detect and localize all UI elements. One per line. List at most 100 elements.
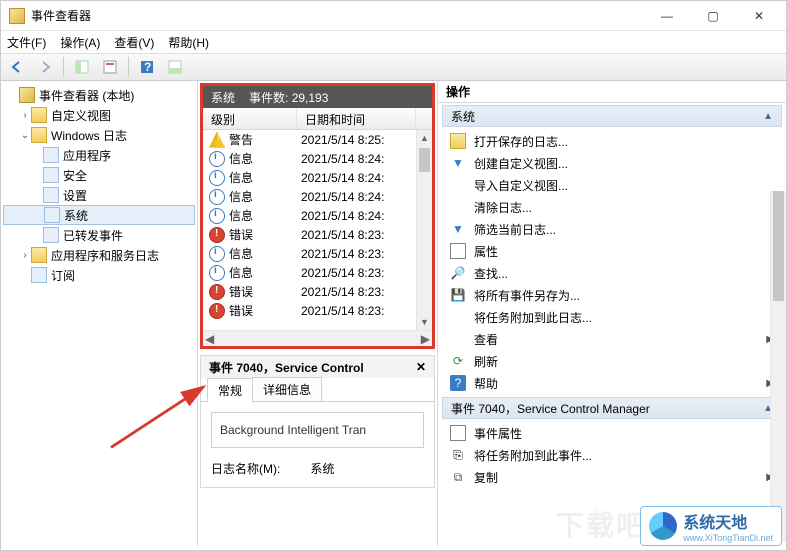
table-row[interactable]: 信息2021/5/14 8:24: — [203, 149, 432, 168]
tree-label: 订阅 — [51, 267, 75, 284]
scrollbar-horizontal[interactable]: ◀▶ — [203, 330, 432, 346]
cell-datetime: 2021/5/14 8:23: — [301, 266, 432, 280]
menu-file[interactable]: 文件(F) — [7, 34, 46, 51]
tree-label: 自定义视图 — [51, 107, 111, 124]
menubar: 文件(F) 操作(A) 查看(V) 帮助(H) — [1, 31, 786, 53]
column-datetime[interactable]: 日期和时间 — [297, 108, 416, 129]
tree-system[interactable]: 系统 — [3, 205, 195, 225]
action-attach-task-event[interactable]: ⎘将任务附加到此事件... — [444, 444, 780, 466]
detail-tabs: 常规 详细信息 — [201, 378, 434, 402]
view-icon — [450, 331, 466, 347]
table-row[interactable]: 信息2021/5/14 8:23: — [203, 244, 432, 263]
scrollbar-vertical[interactable]: ▲▼ — [416, 130, 432, 330]
tree-label: 系统 — [64, 207, 88, 224]
warn-icon — [209, 132, 225, 148]
action-view[interactable]: 查看▶ — [444, 328, 780, 350]
menu-view[interactable]: 查看(V) — [114, 34, 154, 51]
scroll-thumb[interactable] — [773, 191, 784, 301]
cell-level: 错误 — [229, 226, 301, 243]
error-icon — [209, 227, 225, 243]
info-icon — [209, 170, 225, 186]
forward-button[interactable] — [33, 56, 57, 78]
info-icon — [209, 189, 225, 205]
watermark-brand: 系统天地 — [683, 509, 773, 533]
error-icon — [209, 303, 225, 319]
cell-datetime: 2021/5/14 8:23: — [301, 285, 432, 299]
help-button[interactable]: ? — [135, 56, 159, 78]
info-icon — [209, 246, 225, 262]
tree-application[interactable]: 应用程序 — [3, 145, 195, 165]
action-help[interactable]: ?帮助▶ — [444, 372, 780, 394]
tree-custom-views[interactable]: ›自定义视图 — [3, 105, 195, 125]
window-title: 事件查看器 — [31, 7, 644, 24]
close-button[interactable]: ✕ — [736, 1, 782, 31]
tree-windows-logs[interactable]: ⌄Windows 日志 — [3, 125, 195, 145]
tree-root[interactable]: 事件查看器 (本地) — [3, 85, 195, 105]
task-icon — [450, 309, 466, 325]
menu-action[interactable]: 操作(A) — [60, 34, 100, 51]
info-icon — [209, 208, 225, 224]
cell-level: 警告 — [229, 131, 301, 148]
tree-subscriptions[interactable]: 订阅 — [3, 265, 195, 285]
column-level[interactable]: 级别 — [203, 108, 297, 129]
grid-body[interactable]: 警告2021/5/14 8:25:信息2021/5/14 8:24:信息2021… — [203, 130, 432, 330]
cell-level: 错误 — [229, 283, 301, 300]
table-row[interactable]: 错误2021/5/14 8:23: — [203, 282, 432, 301]
scroll-thumb[interactable] — [419, 148, 430, 172]
close-icon[interactable]: ✕ — [416, 360, 426, 374]
tab-general[interactable]: 常规 — [207, 378, 253, 402]
cell-datetime: 2021/5/14 8:23: — [301, 304, 432, 318]
action-create-custom-view[interactable]: ▼创建自定义视图... — [444, 152, 780, 174]
folder-open-icon — [450, 133, 466, 149]
properties-button[interactable] — [98, 56, 122, 78]
cell-datetime: 2021/5/14 8:24: — [301, 171, 432, 185]
watermark-url: www.XiTongTianDi.net — [683, 533, 773, 543]
action-filter-log[interactable]: ▼筛选当前日志... — [444, 218, 780, 240]
table-row[interactable]: 信息2021/5/14 8:24: — [203, 168, 432, 187]
action-event-properties[interactable]: 事件属性 — [444, 422, 780, 444]
action-refresh[interactable]: ⟳刷新 — [444, 350, 780, 372]
watermark-badge: 系统天地 www.XiTongTianDi.net — [640, 506, 782, 546]
minimize-button[interactable]: — — [644, 1, 690, 31]
cell-datetime: 2021/5/14 8:23: — [301, 228, 432, 242]
tree-label: 安全 — [63, 167, 87, 184]
action-find[interactable]: 🔎查找... — [444, 262, 780, 284]
preview-button[interactable] — [163, 56, 187, 78]
table-row[interactable]: 警告2021/5/14 8:25: — [203, 130, 432, 149]
table-row[interactable]: 信息2021/5/14 8:24: — [203, 206, 432, 225]
error-icon — [209, 284, 225, 300]
cell-datetime: 2021/5/14 8:24: — [301, 209, 432, 223]
table-row[interactable]: 信息2021/5/14 8:24: — [203, 187, 432, 206]
action-properties[interactable]: 属性 — [444, 240, 780, 262]
table-row[interactable]: 错误2021/5/14 8:23: — [203, 301, 432, 320]
action-group-event[interactable]: 事件 7040，Service Control Manager▲ — [442, 397, 782, 419]
action-import-custom-view[interactable]: 导入自定义视图... — [444, 174, 780, 196]
cell-level: 信息 — [229, 264, 301, 281]
tree-security[interactable]: 安全 — [3, 165, 195, 185]
import-icon — [450, 177, 466, 193]
show-tree-button[interactable] — [70, 56, 94, 78]
copy-icon: ⧉ — [450, 469, 466, 485]
action-open-saved-log[interactable]: 打开保存的日志... — [444, 130, 780, 152]
table-row[interactable]: 错误2021/5/14 8:23: — [203, 225, 432, 244]
menu-help[interactable]: 帮助(H) — [168, 34, 209, 51]
info-icon — [209, 265, 225, 281]
detail-header: 事件 7040，Service Control ✕ — [201, 356, 434, 378]
cell-level: 信息 — [229, 150, 301, 167]
tree-forwarded[interactable]: 已转发事件 — [3, 225, 195, 245]
action-group-system[interactable]: 系统▲ — [442, 105, 782, 127]
scrollbar-vertical[interactable] — [770, 191, 786, 542]
tab-details[interactable]: 详细信息 — [252, 377, 322, 401]
action-attach-task-log[interactable]: 将任务附加到此日志... — [444, 306, 780, 328]
action-copy[interactable]: ⧉复制▶ — [444, 466, 780, 488]
action-clear-log[interactable]: 清除日志... — [444, 196, 780, 218]
action-save-all-events[interactable]: 💾将所有事件另存为... — [444, 284, 780, 306]
table-row[interactable]: 信息2021/5/14 8:23: — [203, 263, 432, 282]
separator — [128, 57, 129, 77]
action-pane-title: 操作 — [438, 81, 786, 103]
tree-app-services[interactable]: ›应用程序和服务日志 — [3, 245, 195, 265]
grid-header-bar: 系统 事件数: 29,193 — [203, 86, 432, 108]
back-button[interactable] — [5, 56, 29, 78]
maximize-button[interactable]: ▢ — [690, 1, 736, 31]
tree-setup[interactable]: 设置 — [3, 185, 195, 205]
